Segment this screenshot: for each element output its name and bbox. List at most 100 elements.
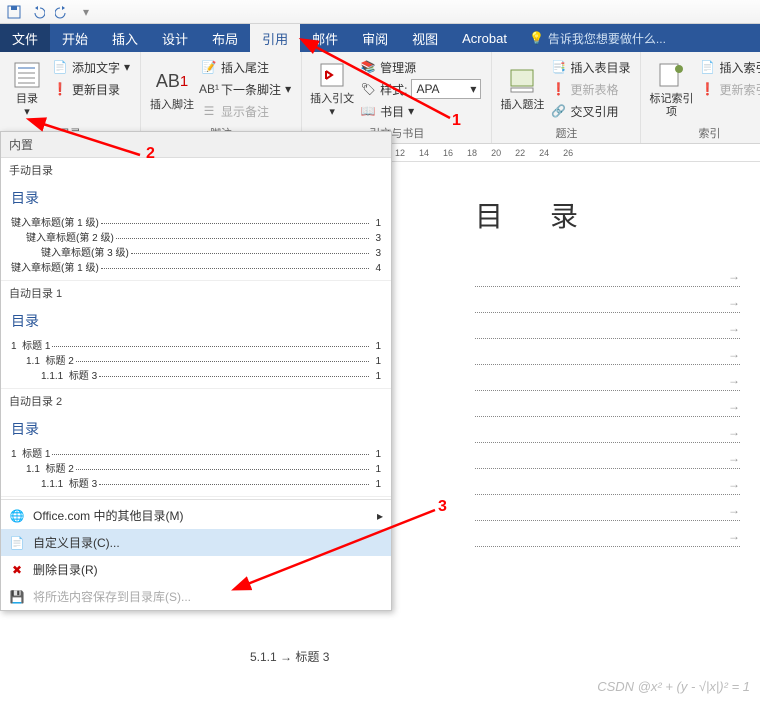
- menu-header-builtin: 内置: [1, 132, 391, 158]
- insert-citation-button[interactable]: 插入引文 ▾: [308, 56, 356, 122]
- tab-acrobat[interactable]: Acrobat: [450, 24, 519, 52]
- custom-toc-icon: 📄: [9, 535, 25, 551]
- update-index-button[interactable]: ❗更新索引: [695, 78, 760, 100]
- footnote-icon: AB1: [156, 65, 188, 97]
- ribbon-tabs: 文件 开始 插入 设计 布局 引用 邮件 审阅 视图 Acrobat 💡告诉我您…: [0, 24, 760, 52]
- menu-save-toc: 💾将所选内容保存到目录库(S)...: [1, 583, 391, 610]
- toc-icon: [11, 59, 43, 91]
- tof-icon: 📑: [550, 59, 566, 75]
- menu-custom-toc[interactable]: 📄自定义目录(C)...: [1, 529, 391, 556]
- update-toc-button[interactable]: ❗更新目录: [48, 78, 134, 100]
- next-footnote-button[interactable]: AB¹下一条脚注 ▾: [197, 78, 295, 100]
- add-text-button[interactable]: 📄添加文字 ▾: [48, 56, 134, 78]
- tab-insert[interactable]: 插入: [100, 24, 150, 52]
- document-body[interactable]: 目 录 → → → → → → → → → → →: [395, 175, 760, 702]
- toc-entry: →: [475, 343, 740, 365]
- remove-icon: ✖: [9, 562, 25, 578]
- submenu-arrow-icon: ▸: [377, 509, 383, 523]
- toc-button[interactable]: 目录▾: [6, 56, 48, 122]
- tab-file[interactable]: 文件: [0, 24, 50, 52]
- tab-layout[interactable]: 布局: [200, 24, 250, 52]
- preview-auto1[interactable]: 目录 1 标题 11 1.1 标题 21 1.1.1 标题 31: [1, 305, 391, 389]
- group-label-captions: 题注: [498, 123, 634, 141]
- toc-entry: →: [475, 473, 740, 495]
- chevron-down-icon: ▾: [470, 82, 476, 96]
- toc-entry: →: [475, 317, 740, 339]
- redo-icon[interactable]: [54, 4, 70, 20]
- insert-caption-button[interactable]: 插入题注: [498, 56, 546, 122]
- save-gallery-icon: 💾: [9, 589, 25, 605]
- save-icon[interactable]: [6, 4, 22, 20]
- toc-entry: →: [475, 369, 740, 391]
- update-table-button[interactable]: ❗更新表格: [546, 78, 634, 100]
- upd-idx-icon: ❗: [699, 81, 715, 97]
- insert-endnote-button[interactable]: 📝插入尾注: [197, 56, 295, 78]
- preview-title: 目录: [11, 188, 381, 208]
- toc-entry: →: [475, 525, 740, 547]
- ins-idx-icon: 📄: [699, 59, 715, 75]
- tab-view[interactable]: 视图: [400, 24, 450, 52]
- cross-ref-button[interactable]: 🔗交叉引用: [546, 100, 634, 122]
- watermark: CSDN @x² + (y - √|x|)² = 1: [597, 679, 750, 694]
- citation-icon: [316, 59, 348, 91]
- globe-icon: 🌐: [9, 508, 25, 524]
- manage-sources-button[interactable]: 📚管理源: [356, 56, 485, 78]
- preview-title: 目录: [11, 419, 381, 439]
- toc-entry: →: [475, 447, 740, 469]
- menu-remove-toc[interactable]: ✖删除目录(R): [1, 556, 391, 583]
- update-icon: ❗: [52, 81, 68, 97]
- add-text-icon: 📄: [52, 59, 68, 75]
- preview-title: 目录: [11, 311, 381, 331]
- menu-manual-label: 手动目录: [1, 158, 391, 182]
- quick-access-toolbar: ▾: [0, 0, 760, 24]
- insert-footnote-button[interactable]: AB1 插入脚注: [147, 56, 197, 122]
- annotation-2: 2: [146, 145, 155, 163]
- group-index: 标记索引项 📄插入索引 ❗更新索引 索引: [641, 52, 760, 143]
- doc-heading: 目 录: [475, 195, 740, 235]
- show-notes-button[interactable]: ☰显示备注: [197, 100, 295, 122]
- bib-icon: 📖: [360, 103, 376, 119]
- style-icon: 🏷: [360, 81, 376, 97]
- menu-office-toc[interactable]: 🌐Office.com 中的其他目录(M)▸: [1, 502, 391, 529]
- group-label-index: 索引: [647, 123, 760, 141]
- manage-icon: 📚: [360, 59, 376, 75]
- mark-idx-icon: [655, 59, 687, 91]
- group-footnotes: AB1 插入脚注 📝插入尾注 AB¹下一条脚注 ▾ ☰显示备注 脚注: [141, 52, 302, 143]
- group-toc: 目录▾ 📄添加文字 ▾ ❗更新目录 目录: [0, 52, 141, 143]
- qat-customize-icon[interactable]: ▾: [78, 4, 94, 20]
- group-captions: 插入题注 📑插入表目录 ❗更新表格 🔗交叉引用 题注: [492, 52, 641, 143]
- toc-entry: →: [475, 265, 740, 287]
- insert-tof-button[interactable]: 📑插入表目录: [546, 56, 634, 78]
- toc-entry: →: [475, 395, 740, 417]
- annotation-3: 3: [438, 498, 447, 516]
- mark-index-button[interactable]: 标记索引项: [647, 56, 695, 122]
- citation-style[interactable]: 🏷样式:APA▾: [356, 78, 485, 100]
- menu-auto2-label: 自动目录 2: [1, 389, 391, 413]
- toc-entry: →: [475, 499, 740, 521]
- preview-manual[interactable]: 目录 键入章标题(第 1 级)1 键入章标题(第 2 级)3 键入章标题(第 3…: [1, 182, 391, 281]
- undo-icon[interactable]: [30, 4, 46, 20]
- caption-icon: [506, 65, 538, 97]
- bibliography-button[interactable]: 📖书目 ▾: [356, 100, 485, 122]
- toc-entry: →: [475, 291, 740, 313]
- next-fn-icon: AB¹: [201, 81, 217, 97]
- show-notes-icon: ☰: [201, 103, 217, 119]
- tab-home[interactable]: 开始: [50, 24, 100, 52]
- group-citations: 插入引文 ▾ 📚管理源 🏷样式:APA▾ 📖书目 ▾ 引文与书目: [302, 52, 492, 143]
- insert-index-button[interactable]: 📄插入索引: [695, 56, 760, 78]
- tell-me[interactable]: 💡告诉我您想要做什么...: [519, 24, 676, 52]
- preview-auto2[interactable]: 目录 1 标题 11 1.1 标题 21 1.1.1 标题 31: [1, 413, 391, 497]
- toc-entry: →: [475, 421, 740, 443]
- crossref-icon: 🔗: [550, 103, 566, 119]
- tab-references[interactable]: 引用: [250, 24, 300, 52]
- upd-table-icon: ❗: [550, 81, 566, 97]
- annotation-1: 1: [452, 112, 461, 130]
- endnote-icon: 📝: [201, 59, 217, 75]
- tab-review[interactable]: 审阅: [350, 24, 400, 52]
- tab-mailings[interactable]: 邮件: [300, 24, 350, 52]
- toc-dropdown: 内置 手动目录 目录 键入章标题(第 1 级)1 键入章标题(第 2 级)3 键…: [0, 131, 392, 611]
- tab-design[interactable]: 设计: [150, 24, 200, 52]
- doc-line-text: 5.1.1 → 标题 3: [250, 648, 329, 665]
- menu-auto1-label: 自动目录 1: [1, 281, 391, 305]
- style-select[interactable]: APA▾: [411, 79, 481, 99]
